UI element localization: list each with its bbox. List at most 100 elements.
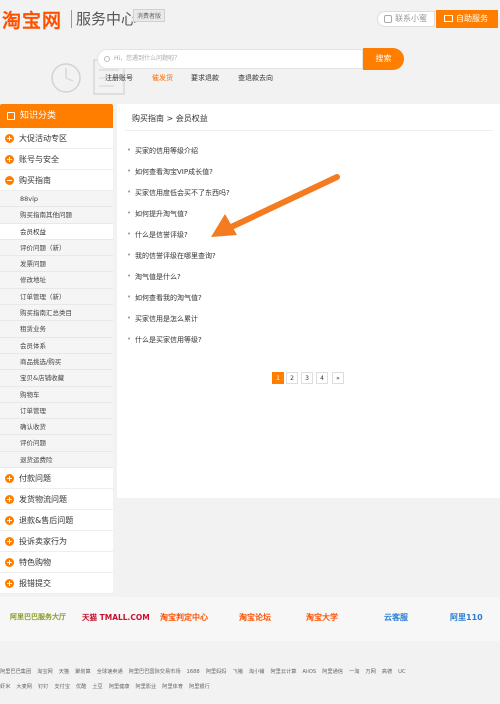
footer-link[interactable]: 万网 <box>365 669 375 675</box>
contact-button[interactable]: 联系小蜜 <box>377 11 435 27</box>
question-link[interactable]: 什么是买家信用等级? <box>127 335 202 345</box>
sidebar-sub-item[interactable]: 商品挑选/购买 <box>0 353 113 371</box>
footer-link[interactable]: 土豆 <box>92 684 102 690</box>
sidebar-sub-item[interactable]: 发票问题 <box>0 256 113 273</box>
question-link[interactable]: 买家信用是怎么累计 <box>127 314 198 324</box>
sidebar-sub-item[interactable]: 确认收货 <box>0 419 113 436</box>
category-special[interactable]: + 特色购物 <box>0 552 113 574</box>
next-page-button[interactable]: » <box>332 372 344 384</box>
breadcrumb[interactable]: 购买指南 > 会员权益 <box>132 113 208 124</box>
sidebar-sub-item[interactable]: 会员体系 <box>0 337 113 354</box>
expand-icon: + <box>5 558 14 568</box>
page-3-button[interactable]: 3 <box>301 372 313 384</box>
footer-link[interactable]: 大麦网 <box>16 684 32 690</box>
search-input[interactable]: Hi，您遇到什么问题啦？ <box>97 49 363 69</box>
expand-icon: + <box>5 495 14 505</box>
question-link[interactable]: 如何查看淘宝VIP成长值? <box>127 167 213 177</box>
sidebar-sub-item[interactable]: 购买指南其他问题 <box>0 207 113 224</box>
footer-link[interactable]: AliOS <box>302 669 316 675</box>
expand-icon: + <box>5 516 14 526</box>
sidebar-sub-item[interactable]: 订单管理 <box>0 402 113 420</box>
category-account[interactable]: + 账号与安全 <box>0 149 113 170</box>
partner-forum[interactable]: 淘宝论坛 <box>239 612 271 623</box>
sidebar-sub-item[interactable]: 订单管理（新） <box>0 288 113 306</box>
footer-link[interactable]: 全球速卖通 <box>97 669 123 675</box>
footer-link[interactable]: 阿里云计算 <box>270 669 296 675</box>
partner-tmall[interactable]: 天猫 TMALL.COM <box>82 612 150 623</box>
footer-link[interactable]: 淘宝网 <box>37 669 53 675</box>
footer-link[interactable]: 阿里体育 <box>162 684 183 690</box>
divider <box>125 130 493 131</box>
category-icon <box>7 112 15 120</box>
partner-judgement-center[interactable]: 淘宝判定中心 <box>160 612 208 623</box>
sidebar-sub-item[interactable]: 购物车 <box>0 386 113 403</box>
sidebar-sub-item[interactable]: 修改地址 <box>0 272 113 289</box>
search-button[interactable]: 搜索 <box>363 48 404 70</box>
category-report[interactable]: + 报错提交 <box>0 573 113 595</box>
service-center-title: 服务中心 <box>76 10 137 28</box>
footer-link[interactable]: 天猫 <box>59 669 69 675</box>
partner-university[interactable]: 淘宝大学 <box>306 612 338 623</box>
taobao-logo[interactable]: 淘宝网 <box>2 6 62 33</box>
footer-link[interactable]: 阿里影业 <box>135 684 156 690</box>
footer-link[interactable]: 淘小铺 <box>249 669 265 675</box>
consumer-badge: 消费者版 <box>133 9 166 22</box>
category-label: 特色购物 <box>19 558 51 568</box>
footer-link[interactable]: 阿里巴巴国际交易市场 <box>129 669 181 675</box>
self-service-button[interactable]: 自助服务 <box>436 10 498 28</box>
footer-link[interactable]: 支付宝 <box>54 684 70 690</box>
footer-link[interactable]: 高德 <box>382 669 392 675</box>
partner-cloud-service[interactable]: 云客服 <box>384 612 408 623</box>
category-refund[interactable]: + 退款&售后问题 <box>0 510 113 532</box>
expand-icon: + <box>5 474 14 484</box>
page-2-button[interactable]: 2 <box>286 372 298 384</box>
footer-link[interactable]: 虾米 <box>0 684 10 690</box>
page-4-button[interactable]: 4 <box>316 372 328 384</box>
footer-link[interactable]: 阿里妈妈 <box>206 669 227 675</box>
question-link[interactable]: 买家的信用等级介绍 <box>127 146 198 156</box>
category-complaint[interactable]: + 投诉卖家行为 <box>0 531 113 553</box>
footer-link[interactable]: 阿里银行 <box>189 684 210 690</box>
footer-link[interactable]: 飞猪 <box>233 669 243 675</box>
category-promo[interactable]: + 大促活动专区 <box>0 128 113 149</box>
category-buying-guide[interactable]: − 购买指南 <box>0 170 113 191</box>
category-label: 退款&售后问题 <box>19 516 74 526</box>
question-link[interactable]: 我的信誉评级在哪里查询? <box>127 251 216 261</box>
footer-link[interactable]: 阿里通信 <box>322 669 343 675</box>
footer-link[interactable]: 阿里健康 <box>109 684 130 690</box>
sidebar-sub-item[interactable]: 宝贝&店铺收藏 <box>0 370 113 387</box>
search-placeholder: Hi，您遇到什么问题啦？ <box>114 55 181 62</box>
question-link[interactable]: 淘气值是什么? <box>127 272 181 282</box>
monitor-icon <box>444 15 453 22</box>
sidebar-sub-item-active[interactable]: 会员权益 <box>0 223 113 240</box>
sidebar-sub-item[interactable]: 评价问题（新） <box>0 239 113 257</box>
quick-link-refund-status[interactable]: 查退款去向 <box>238 73 273 83</box>
question-link[interactable]: 如何查看我的淘气值? <box>127 293 202 303</box>
logo-divider <box>71 10 72 28</box>
footer-link[interactable]: 一淘 <box>349 669 359 675</box>
category-shipping[interactable]: + 发货物流问题 <box>0 489 113 511</box>
quick-link-refund[interactable]: 要求退款 <box>191 73 219 83</box>
sidebar-sub-item[interactable]: 88vip <box>0 191 113 208</box>
category-label: 账号与安全 <box>19 155 59 164</box>
contact-button-label: 联系小蜜 <box>395 14 427 23</box>
sidebar-sub-item[interactable]: 购买指南汇总类目 <box>0 305 113 322</box>
sidebar-sub-item[interactable]: 租赁业务 <box>0 321 113 338</box>
sidebar-sub-item[interactable]: 评价问题 <box>0 435 113 452</box>
footer-link[interactable]: 聚划算 <box>75 669 91 675</box>
footer-link[interactable]: 优酷 <box>76 684 86 690</box>
quick-link-urge-shipping[interactable]: 催发货 <box>152 73 173 83</box>
footer-link[interactable]: 1688 <box>187 669 200 675</box>
question-link[interactable]: 什么是信誉评级? <box>127 230 188 240</box>
category-payment[interactable]: + 付款问题 <box>0 468 113 490</box>
quick-link-register[interactable]: 注册账号 <box>105 73 133 83</box>
sidebar-sub-item[interactable]: 退货运费险 <box>0 451 113 469</box>
partner-ali110[interactable]: 阿里110 <box>450 612 483 623</box>
footer-link[interactable]: UC <box>398 669 405 675</box>
question-link[interactable]: 如何提升淘气值? <box>127 209 188 219</box>
collapse-icon: − <box>5 176 14 185</box>
footer-link[interactable]: 钉钉 <box>38 684 48 690</box>
footer-link[interactable]: 阿里巴巴集团 <box>0 669 31 675</box>
page-1-button[interactable]: 1 <box>272 372 284 384</box>
partner-alibaba-service[interactable]: 阿里巴巴服务大厅 <box>10 612 66 622</box>
